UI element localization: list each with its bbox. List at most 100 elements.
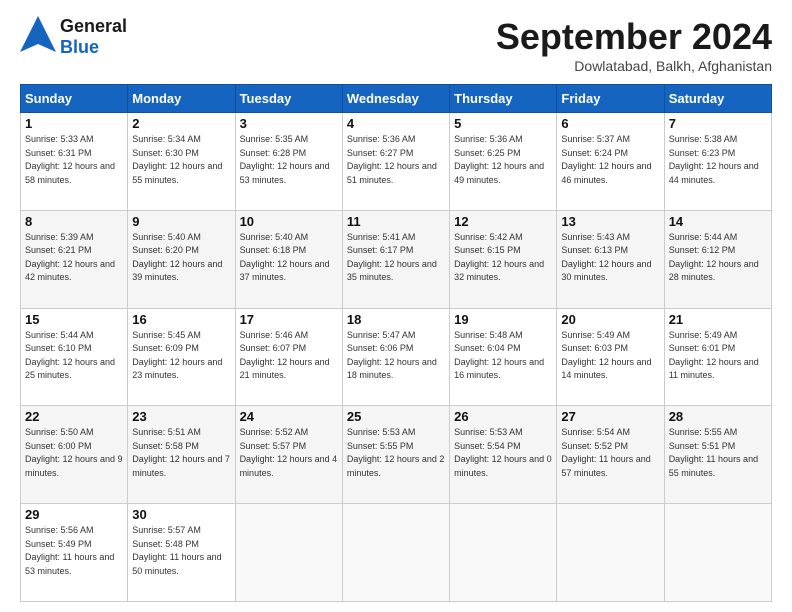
day-number: 21 — [669, 312, 767, 327]
calendar-cell: 9 Sunrise: 5:40 AMSunset: 6:20 PMDaylight… — [128, 210, 235, 308]
calendar-cell: 5 Sunrise: 5:36 AMSunset: 6:25 PMDaylight… — [450, 113, 557, 211]
calendar-cell: 8 Sunrise: 5:39 AMSunset: 6:21 PMDaylight… — [21, 210, 128, 308]
day-info: Sunrise: 5:51 AMSunset: 5:58 PMDaylight:… — [132, 426, 230, 480]
calendar-cell: 2 Sunrise: 5:34 AMSunset: 6:30 PMDaylight… — [128, 113, 235, 211]
day-number: 7 — [669, 116, 767, 131]
weekday-header-tuesday: Tuesday — [235, 85, 342, 113]
day-info: Sunrise: 5:45 AMSunset: 6:09 PMDaylight:… — [132, 329, 230, 383]
day-number: 29 — [25, 507, 123, 522]
day-number: 18 — [347, 312, 445, 327]
calendar-cell: 15 Sunrise: 5:44 AMSunset: 6:10 PMDayligh… — [21, 308, 128, 406]
calendar-body: 1 Sunrise: 5:33 AMSunset: 6:31 PMDaylight… — [21, 113, 772, 602]
calendar-cell: 11 Sunrise: 5:41 AMSunset: 6:17 PMDayligh… — [342, 210, 449, 308]
day-info: Sunrise: 5:35 AMSunset: 6:28 PMDaylight:… — [240, 133, 338, 187]
calendar-cell: 7 Sunrise: 5:38 AMSunset: 6:23 PMDaylight… — [664, 113, 771, 211]
calendar-week-row: 29Sunrise: 5:56 AMSunset: 5:49 PMDayligh… — [21, 504, 772, 602]
calendar-cell: 27Sunrise: 5:54 AMSunset: 5:52 PMDayligh… — [557, 406, 664, 504]
day-info: Sunrise: 5:48 AMSunset: 6:04 PMDaylight:… — [454, 329, 552, 383]
calendar-cell: 16 Sunrise: 5:45 AMSunset: 6:09 PMDayligh… — [128, 308, 235, 406]
day-info: Sunrise: 5:40 AMSunset: 6:20 PMDaylight:… — [132, 231, 230, 285]
calendar-cell: 13Sunrise: 5:43 AMSunset: 6:13 PMDayligh… — [557, 210, 664, 308]
calendar-cell: 1 Sunrise: 5:33 AMSunset: 6:31 PMDaylight… — [21, 113, 128, 211]
weekday-header-saturday: Saturday — [664, 85, 771, 113]
day-number: 2 — [132, 116, 230, 131]
day-info: Sunrise: 5:40 AMSunset: 6:18 PMDaylight:… — [240, 231, 338, 285]
calendar-cell — [557, 504, 664, 602]
logo-icon — [20, 16, 56, 58]
calendar-cell: 29Sunrise: 5:56 AMSunset: 5:49 PMDayligh… — [21, 504, 128, 602]
calendar-cell: 4Sunrise: 5:36 AMSunset: 6:27 PMDaylight… — [342, 113, 449, 211]
calendar-cell: 6 Sunrise: 5:37 AMSunset: 6:24 PMDaylight… — [557, 113, 664, 211]
weekday-header-thursday: Thursday — [450, 85, 557, 113]
weekday-header-monday: Monday — [128, 85, 235, 113]
calendar-cell: 26 Sunrise: 5:53 AMSunset: 5:54 PMDayligh… — [450, 406, 557, 504]
day-info: Sunrise: 5:42 AMSunset: 6:15 PMDaylight:… — [454, 231, 552, 285]
day-info: Sunrise: 5:39 AMSunset: 6:21 PMDaylight:… — [25, 231, 123, 285]
day-number: 25 — [347, 409, 445, 424]
day-number: 26 — [454, 409, 552, 424]
title-block: September 2024 Dowlatabad, Balkh, Afghan… — [496, 16, 772, 74]
day-number: 14 — [669, 214, 767, 229]
day-number: 3 — [240, 116, 338, 131]
day-number: 6 — [561, 116, 659, 131]
day-number: 11 — [347, 214, 445, 229]
calendar-week-row: 1 Sunrise: 5:33 AMSunset: 6:31 PMDaylight… — [21, 113, 772, 211]
calendar-cell: 25 Sunrise: 5:53 AMSunset: 5:55 PMDayligh… — [342, 406, 449, 504]
calendar-cell: 22Sunrise: 5:50 AMSunset: 6:00 PMDayligh… — [21, 406, 128, 504]
day-number: 5 — [454, 116, 552, 131]
month-title: September 2024 — [496, 16, 772, 58]
day-number: 9 — [132, 214, 230, 229]
calendar-cell: 20Sunrise: 5:49 AMSunset: 6:03 PMDayligh… — [557, 308, 664, 406]
calendar-week-row: 15 Sunrise: 5:44 AMSunset: 6:10 PMDayligh… — [21, 308, 772, 406]
page: General Blue September 2024 Dowlatabad, … — [0, 0, 792, 612]
day-info: Sunrise: 5:36 AMSunset: 6:27 PMDaylight:… — [347, 133, 445, 187]
day-info: Sunrise: 5:33 AMSunset: 6:31 PMDaylight:… — [25, 133, 123, 187]
day-number: 23 — [132, 409, 230, 424]
day-number: 24 — [240, 409, 338, 424]
day-info: Sunrise: 5:53 AMSunset: 5:54 PMDaylight:… — [454, 426, 552, 480]
day-info: Sunrise: 5:55 AMSunset: 5:51 PMDaylight:… — [669, 426, 767, 480]
calendar-cell: 3 Sunrise: 5:35 AMSunset: 6:28 PMDaylight… — [235, 113, 342, 211]
location: Dowlatabad, Balkh, Afghanistan — [496, 58, 772, 74]
calendar-cell: 23 Sunrise: 5:51 AMSunset: 5:58 PMDayligh… — [128, 406, 235, 504]
day-number: 13 — [561, 214, 659, 229]
day-info: Sunrise: 5:50 AMSunset: 6:00 PMDaylight:… — [25, 426, 123, 480]
day-number: 1 — [25, 116, 123, 131]
day-info: Sunrise: 5:37 AMSunset: 6:24 PMDaylight:… — [561, 133, 659, 187]
day-info: Sunrise: 5:36 AMSunset: 6:25 PMDaylight:… — [454, 133, 552, 187]
day-number: 15 — [25, 312, 123, 327]
logo-blue: Blue — [60, 37, 99, 57]
day-info: Sunrise: 5:49 AMSunset: 6:03 PMDaylight:… — [561, 329, 659, 383]
day-info: Sunrise: 5:46 AMSunset: 6:07 PMDaylight:… — [240, 329, 338, 383]
day-number: 12 — [454, 214, 552, 229]
calendar-cell: 28 Sunrise: 5:55 AMSunset: 5:51 PMDayligh… — [664, 406, 771, 504]
day-info: Sunrise: 5:44 AMSunset: 6:12 PMDaylight:… — [669, 231, 767, 285]
day-number: 10 — [240, 214, 338, 229]
day-number: 16 — [132, 312, 230, 327]
day-info: Sunrise: 5:47 AMSunset: 6:06 PMDaylight:… — [347, 329, 445, 383]
day-info: Sunrise: 5:38 AMSunset: 6:23 PMDaylight:… — [669, 133, 767, 187]
day-info: Sunrise: 5:41 AMSunset: 6:17 PMDaylight:… — [347, 231, 445, 285]
day-number: 19 — [454, 312, 552, 327]
calendar-cell: 14 Sunrise: 5:44 AMSunset: 6:12 PMDayligh… — [664, 210, 771, 308]
calendar-week-row: 8 Sunrise: 5:39 AMSunset: 6:21 PMDaylight… — [21, 210, 772, 308]
calendar-cell: 30Sunrise: 5:57 AMSunset: 5:48 PMDayligh… — [128, 504, 235, 602]
calendar-cell: 18 Sunrise: 5:47 AMSunset: 6:06 PMDayligh… — [342, 308, 449, 406]
calendar-cell: 21Sunrise: 5:49 AMSunset: 6:01 PMDayligh… — [664, 308, 771, 406]
logo-general: General — [60, 16, 127, 37]
day-info: Sunrise: 5:34 AMSunset: 6:30 PMDaylight:… — [132, 133, 230, 187]
calendar-header-row: SundayMondayTuesdayWednesdayThursdayFrid… — [21, 85, 772, 113]
day-number: 17 — [240, 312, 338, 327]
weekday-header-sunday: Sunday — [21, 85, 128, 113]
weekday-header-friday: Friday — [557, 85, 664, 113]
day-info: Sunrise: 5:53 AMSunset: 5:55 PMDaylight:… — [347, 426, 445, 480]
calendar-cell: 10 Sunrise: 5:40 AMSunset: 6:18 PMDayligh… — [235, 210, 342, 308]
header: General Blue September 2024 Dowlatabad, … — [20, 16, 772, 74]
calendar-cell — [235, 504, 342, 602]
day-info: Sunrise: 5:44 AMSunset: 6:10 PMDaylight:… — [25, 329, 123, 383]
day-number: 30 — [132, 507, 230, 522]
calendar-week-row: 22Sunrise: 5:50 AMSunset: 6:00 PMDayligh… — [21, 406, 772, 504]
day-number: 28 — [669, 409, 767, 424]
day-number: 8 — [25, 214, 123, 229]
day-info: Sunrise: 5:54 AMSunset: 5:52 PMDaylight:… — [561, 426, 659, 480]
